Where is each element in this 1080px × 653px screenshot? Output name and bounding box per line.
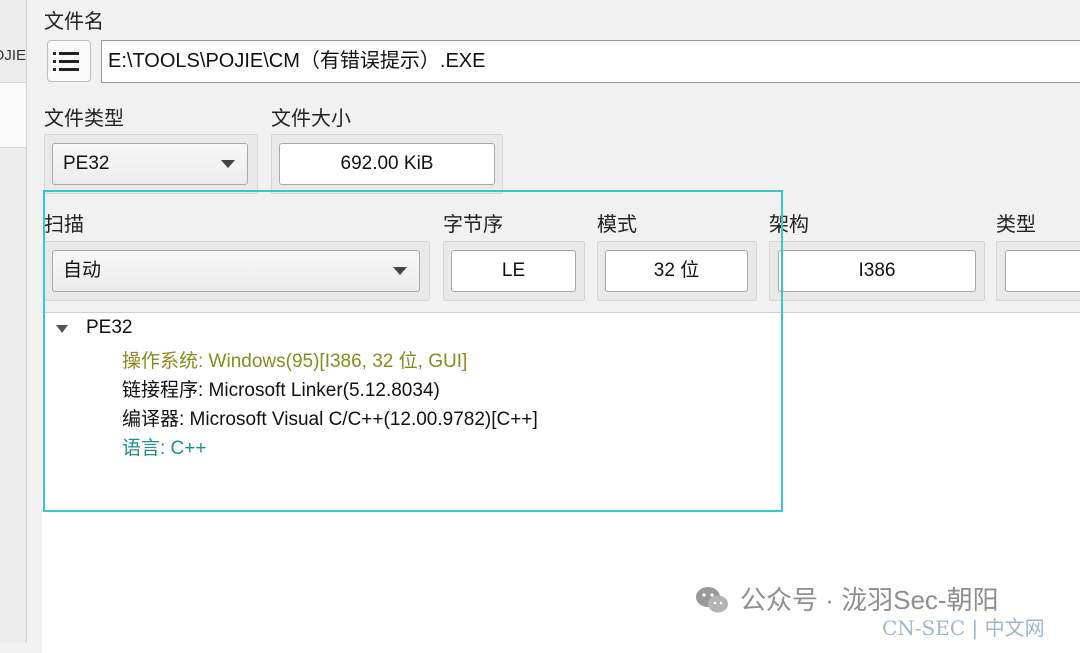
file-size-label: 文件大小 <box>271 108 351 130</box>
tree-item-compiler[interactable]: 编译器: Microsoft Visual C/C++(12.00.9782)[… <box>122 404 538 431</box>
scan-value: 自动 <box>63 260 102 281</box>
file-size-field: 692.00 KiB <box>279 143 495 185</box>
file-type-select[interactable]: PE32 <box>52 143 248 185</box>
file-type-value: PE32 <box>63 153 110 174</box>
type-label: 类型 <box>996 214 1036 236</box>
scan-select[interactable]: 自动 <box>52 250 420 292</box>
arch-field: I386 <box>778 250 976 292</box>
tree-root[interactable]: PE32 <box>86 317 132 339</box>
tree-item-linker[interactable]: 链接程序: Microsoft Linker(5.12.8034) <box>122 375 440 402</box>
chevron-down-icon <box>221 160 235 168</box>
file-type-label: 文件类型 <box>44 108 124 130</box>
expand-triangle-icon[interactable] <box>56 325 68 333</box>
side-tab[interactable] <box>0 83 26 148</box>
endianness-field: LE <box>451 250 576 292</box>
mode-field: 32 位 <box>605 250 748 292</box>
menu-button[interactable] <box>47 40 91 82</box>
site-mark: CN-SEC | 中文网 <box>882 616 1045 640</box>
mode-label: 模式 <box>597 214 637 236</box>
side-window-text: OJIE <box>0 47 26 64</box>
scan-label: 扫描 <box>44 214 84 236</box>
file-name-label: 文件名 <box>44 11 104 33</box>
endianness-label: 字节序 <box>443 214 503 236</box>
file-path-field[interactable]: E:\TOOLS\POJIE\CM（有错误提示）.EXE <box>101 40 1080 83</box>
tree-item-os[interactable]: 操作系统: Windows(95)[I386, 32 位, GUI] <box>122 346 467 373</box>
wechat-icon <box>696 587 728 613</box>
arch-label: 架构 <box>769 214 809 236</box>
tree-item-language[interactable]: 语言: C++ <box>122 433 206 460</box>
type-field <box>1005 250 1080 292</box>
side-window-strip: OJIE <box>0 0 27 643</box>
chevron-down-icon <box>393 267 407 275</box>
